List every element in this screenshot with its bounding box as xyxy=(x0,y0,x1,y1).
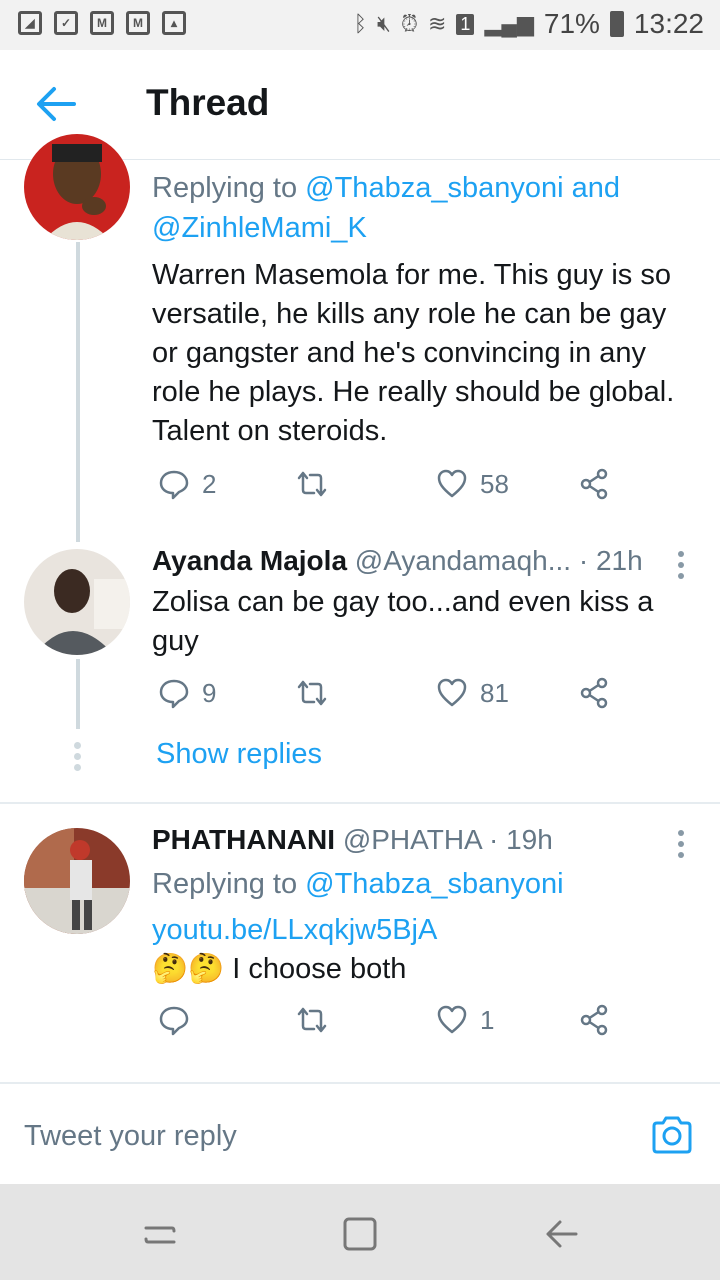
home-icon[interactable] xyxy=(340,1214,380,1254)
page-title: Thread xyxy=(146,82,270,123)
user-name[interactable]: PHATHANANI xyxy=(152,824,335,855)
reply-icon xyxy=(159,470,189,500)
notification-icons: ◢ ✓ M M ▴ xyxy=(18,11,186,35)
system-nav-bar xyxy=(0,1184,720,1280)
mention-link[interactable]: @Thabza_sbanyoni xyxy=(305,868,563,900)
more-options-icon[interactable] xyxy=(678,830,686,863)
tweet-text: 🤔🤔 I choose both xyxy=(152,953,407,985)
user-handle[interactable]: @PHATHA xyxy=(343,824,481,855)
share-icon xyxy=(580,468,608,500)
tweet-text: Warren Masemola for me. This guy is so v… xyxy=(152,259,675,447)
reply-icon xyxy=(159,1006,189,1036)
tweet-2[interactable]: Ayanda Majola @Ayandamaqh... · 21h Zolis… xyxy=(0,535,720,735)
tweet-body: Replying to @Thabza_sbanyoni and @Zinhle… xyxy=(152,168,690,451)
camera-icon[interactable] xyxy=(650,1114,694,1156)
thread-line xyxy=(76,659,80,729)
share-button[interactable] xyxy=(578,468,610,500)
like-button[interactable]: 1 xyxy=(436,1004,494,1036)
reply-composer xyxy=(0,1082,720,1184)
thread-dots xyxy=(74,742,81,775)
mail-icon: M xyxy=(90,11,114,35)
reply-count: 2 xyxy=(202,468,217,499)
alarm-icon: ⏰︎ xyxy=(400,11,418,36)
avatar[interactable] xyxy=(24,549,130,655)
mention-link[interactable]: @ZinhleMami_K xyxy=(152,212,367,244)
thread-line xyxy=(76,242,80,542)
retweet-icon xyxy=(297,1007,327,1033)
show-replies-link[interactable]: Show replies xyxy=(156,738,322,771)
reply-button[interactable] xyxy=(158,1004,202,1036)
tweet-header: PHATHANANI @PHATHA · 19h xyxy=(152,824,690,860)
user-name[interactable]: Ayanda Majola xyxy=(152,545,347,576)
recent-apps-icon[interactable] xyxy=(140,1214,180,1254)
status-bar: ◢ ✓ M M ▴ ᛒ 🔇︎ ⏰︎ ≋ 1 ▂▄▆ 71% 13:22 xyxy=(0,0,720,50)
sim-label: 1 xyxy=(456,13,475,35)
system-status: ᛒ 🔇︎ ⏰︎ ≋ 1 ▂▄▆ 71% 13:22 xyxy=(354,8,704,40)
bluetooth-icon: ᛒ xyxy=(353,11,367,36)
youtube-link[interactable]: youtu.be/LLxqkjw5BjA xyxy=(152,910,690,950)
tweet-3[interactable]: PHATHANANI @PHATHA · 19h Replying to @Th… xyxy=(0,804,720,1064)
reply-button[interactable]: 2 xyxy=(158,468,216,500)
reply-icon xyxy=(159,679,189,709)
share-icon xyxy=(580,677,608,709)
like-button[interactable]: 58 xyxy=(436,468,509,500)
more-options-icon[interactable] xyxy=(678,551,686,584)
tweet-actions: 1 xyxy=(158,1004,618,1044)
retweet-button[interactable] xyxy=(296,468,328,500)
heart-icon xyxy=(437,469,467,498)
tweet-body: Ayanda Majola @Ayandamaqh... · 21h Zolis… xyxy=(152,545,690,661)
share-icon xyxy=(580,1004,608,1036)
reply-count: 9 xyxy=(202,677,217,708)
like-count: 58 xyxy=(480,468,509,499)
share-button[interactable] xyxy=(578,677,610,709)
tweet-header: Ayanda Majola @Ayandamaqh... · 21h xyxy=(152,545,690,581)
share-button[interactable] xyxy=(578,1004,610,1036)
tweet-time: · 19h xyxy=(488,824,553,855)
like-count: 81 xyxy=(480,677,509,708)
battery-icon xyxy=(609,11,624,37)
user-handle[interactable]: @Ayandamaqh... xyxy=(355,545,571,576)
tweet-time: · 21h xyxy=(578,545,643,576)
retweet-icon xyxy=(297,680,327,706)
avatar[interactable] xyxy=(24,828,130,934)
retweet-icon xyxy=(297,471,327,497)
like-button[interactable]: 81 xyxy=(436,677,509,709)
like-count: 1 xyxy=(480,1004,495,1035)
mention-link[interactable]: @Thabza_sbanyoni xyxy=(305,172,563,204)
wifi-icon: ≋ xyxy=(427,11,447,36)
avatar[interactable] xyxy=(24,134,130,240)
battery-percent: 71% xyxy=(543,8,600,39)
replying-to: Replying to @Thabza_sbanyoni xyxy=(152,868,564,900)
heart-icon xyxy=(437,1005,467,1034)
replying-to: Replying to @Thabza_sbanyoni and @Zinhle… xyxy=(152,172,620,244)
heart-icon xyxy=(437,678,467,707)
back-icon[interactable] xyxy=(542,1214,582,1254)
tweet-text: Zolisa can be gay too...and even kiss a … xyxy=(152,586,654,657)
retweet-button[interactable] xyxy=(296,677,328,709)
mail-icon: M xyxy=(126,11,150,35)
clock: 13:22 xyxy=(633,8,704,39)
retweet-button[interactable] xyxy=(296,1004,328,1036)
android-icon: ◢ xyxy=(18,11,42,35)
checkbox-icon: ✓ xyxy=(54,11,78,35)
tweet-actions: 2 58 xyxy=(158,468,618,508)
tweet-actions: 9 81 xyxy=(158,677,618,717)
signal-icon: ▂▄▆ xyxy=(484,11,534,36)
tweet-1[interactable]: Replying to @Thabza_sbanyoni and @Zinhle… xyxy=(0,134,720,542)
reply-button[interactable]: 9 xyxy=(158,677,216,709)
back-arrow-icon[interactable] xyxy=(34,84,78,124)
mute-icon: 🔇︎ xyxy=(376,11,391,36)
image-icon: ▴ xyxy=(162,11,186,35)
tweet-body: PHATHANANI @PHATHA · 19h Replying to @Th… xyxy=(152,824,690,989)
reply-input[interactable] xyxy=(24,1114,624,1158)
thinking-emoji: 🤔🤔 xyxy=(152,953,225,985)
